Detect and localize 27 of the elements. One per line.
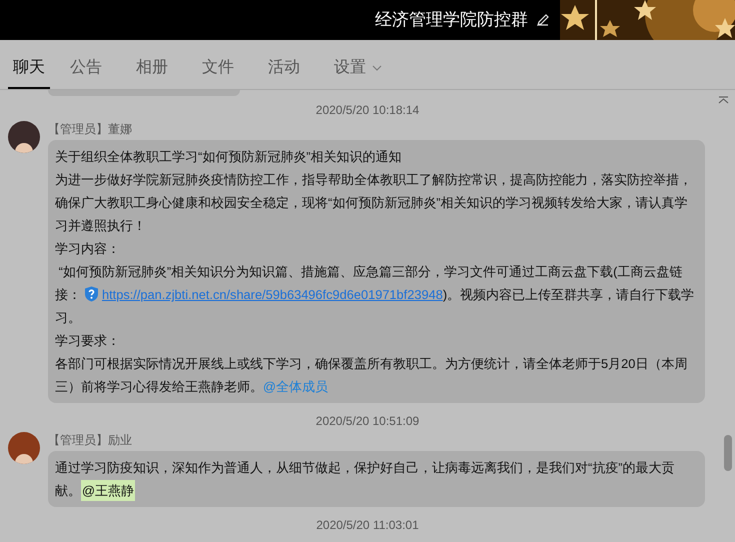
message-text: “如何预防新冠肺炎”相关知识分为知识篇、措施篇、应急篇三部分，学习文件可通过工商云盘下载(工商云盘链接： https://pan.zjbti.net.cn/share/59b63496fc9d6e01971bf23948)。视频内容已上传至群共享，请自行下载学习。 — [55, 263, 696, 327]
avatar[interactable] — [8, 432, 40, 464]
collapse-icon[interactable] — [718, 96, 729, 104]
message-text: 各部门可根据实际情况开展线上或线下学习，确保覆盖所有教职工。为方便统计，请全体老师于5月20日（本周三）前将学习心得发给王燕静老师。@全体成员 — [55, 355, 688, 396]
tab[interactable]: 设置 — [329, 49, 387, 89]
message-text: 关于组织全体教职工学习“如何预防新冠肺炎”相关知识的通知 — [55, 148, 403, 166]
shield-icon — [84, 286, 99, 302]
timestamp: 2020/5/20 11:03:01 — [315, 517, 420, 533]
tab[interactable]: 相册 — [131, 49, 173, 89]
tab[interactable]: 聊天 — [8, 49, 50, 89]
message-text: 通过学习防疫知识，深知作为普通人，从细节做起，保护好自己，让病毒远离我们，是我们对“抗疫”的最大贡献。@王燕静 — [55, 456, 698, 502]
message-text: 为进一步做好学院新冠肺炎疫情防控工作，指导帮助全体教职工了解防控常识，提高防控能力，落实防控举措，确保广大教职工身心健康和校园安全稳定，现将“如何预防新冠肺炎”相关知识的学习视频转发给大家，请认真学习并遵照执行！ — [55, 171, 693, 235]
sender-name: 【管理员】董娜 — [48, 121, 133, 137]
edit-icon[interactable] — [536, 13, 550, 27]
message-text: 学习要求： — [55, 332, 121, 350]
mention-link[interactable]: @王燕静 — [81, 480, 135, 501]
timestamp: 2020/5/20 10:18:14 — [314, 102, 420, 118]
avatar[interactable] — [8, 121, 40, 153]
scrollbar-thumb[interactable] — [724, 435, 732, 471]
message-text: 学习内容： — [55, 240, 121, 258]
link[interactable]: https://pan.zjbti.net.cn/share/59b63496fc9d6e01971bf23948 — [102, 287, 443, 302]
tab[interactable]: 活动 — [263, 49, 305, 89]
tab[interactable]: 文件 — [197, 49, 239, 89]
timestamp: 2020/5/20 10:51:09 — [314, 413, 420, 429]
window-title: 经济管理学院防控群 — [375, 9, 528, 32]
tab[interactable]: 公告 — [65, 49, 107, 89]
sender-name: 【管理员】励业 — [48, 432, 133, 448]
